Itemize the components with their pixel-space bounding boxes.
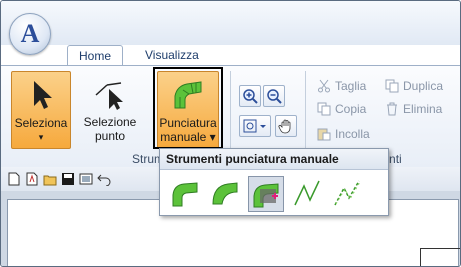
zoom-out-icon xyxy=(267,89,282,104)
cut-label: Taglia xyxy=(335,79,367,93)
tab-visualizza[interactable]: Visualizza xyxy=(135,45,209,65)
point-select-button[interactable]: Selezione punto xyxy=(79,71,141,147)
point-select-label-1: Selezione xyxy=(83,115,137,129)
manual-punch-tool-5[interactable] xyxy=(330,176,364,210)
application-button[interactable]: A xyxy=(9,13,51,55)
new-design-icon[interactable] xyxy=(25,172,39,186)
arrow-select-icon xyxy=(34,81,52,109)
point-select-label-2: punto xyxy=(94,129,126,143)
undo-icon[interactable] xyxy=(97,172,111,186)
select-button-label: Seleziona xyxy=(14,116,68,130)
separator xyxy=(305,71,306,151)
zoom-in-icon xyxy=(243,89,258,104)
point-select-icon xyxy=(95,82,123,110)
new-file-icon[interactable] xyxy=(7,172,21,186)
punch-semi-auto-icon xyxy=(172,182,198,207)
punch-triple-stitch-icon xyxy=(334,180,361,206)
popup-title: Strumenti punciatura manuale xyxy=(160,149,388,170)
paste-command[interactable]: Incolla xyxy=(317,127,370,141)
copy-icon xyxy=(317,102,331,116)
trash-icon xyxy=(387,102,397,116)
select-button-dropdown: ▾ xyxy=(38,132,44,142)
separator xyxy=(230,71,231,151)
app-logo-letter: A xyxy=(20,19,40,48)
copy-command[interactable]: Copia xyxy=(317,102,366,116)
delete-label: Elimina xyxy=(403,102,443,116)
manual-punch-tool-2[interactable] xyxy=(208,176,242,210)
cut-command[interactable]: Taglia xyxy=(317,79,366,93)
tab-home[interactable]: Home xyxy=(67,45,123,66)
zoom-in-button[interactable] xyxy=(239,85,261,107)
paste-label: Incolla xyxy=(335,127,370,141)
manual-punch-tools-popup: Strumenti punciatura manuale xyxy=(159,148,389,216)
duplicate-icon xyxy=(385,79,399,93)
hand-pan-icon xyxy=(278,119,291,134)
save-icon[interactable] xyxy=(61,172,75,186)
print-preview-icon[interactable] xyxy=(79,172,93,186)
manual-punch-tool-4[interactable] xyxy=(290,176,324,210)
title-bar xyxy=(1,1,460,45)
delete-command[interactable]: Elimina xyxy=(385,102,442,116)
punch-feather-icon xyxy=(253,183,279,208)
zoom-fit-icon xyxy=(243,119,266,133)
zoom-out-button[interactable] xyxy=(263,85,285,107)
open-folder-icon[interactable] xyxy=(43,172,57,186)
app-window: A Home Visualizza Seleziona ▾ Selezione … xyxy=(0,0,461,267)
select-button[interactable]: Seleziona ▾ xyxy=(11,71,71,149)
manual-punch-tool-3[interactable] xyxy=(248,176,284,212)
popup-tools xyxy=(160,170,388,212)
scissors-icon xyxy=(318,79,330,93)
paste-icon xyxy=(317,128,331,141)
punch-running-stitch-icon xyxy=(294,180,320,206)
duplicate-command[interactable]: Duplica xyxy=(385,79,443,93)
punch-fill-curve-icon xyxy=(212,182,238,205)
duplicate-label: Duplica xyxy=(403,79,444,93)
copy-label: Copia xyxy=(335,102,367,116)
design-page-corner xyxy=(420,248,460,266)
zoom-fit-dropdown[interactable] xyxy=(239,115,271,137)
highlight-box xyxy=(153,67,223,149)
pan-button[interactable] xyxy=(275,115,297,137)
manual-punch-tool-1[interactable] xyxy=(168,176,202,210)
